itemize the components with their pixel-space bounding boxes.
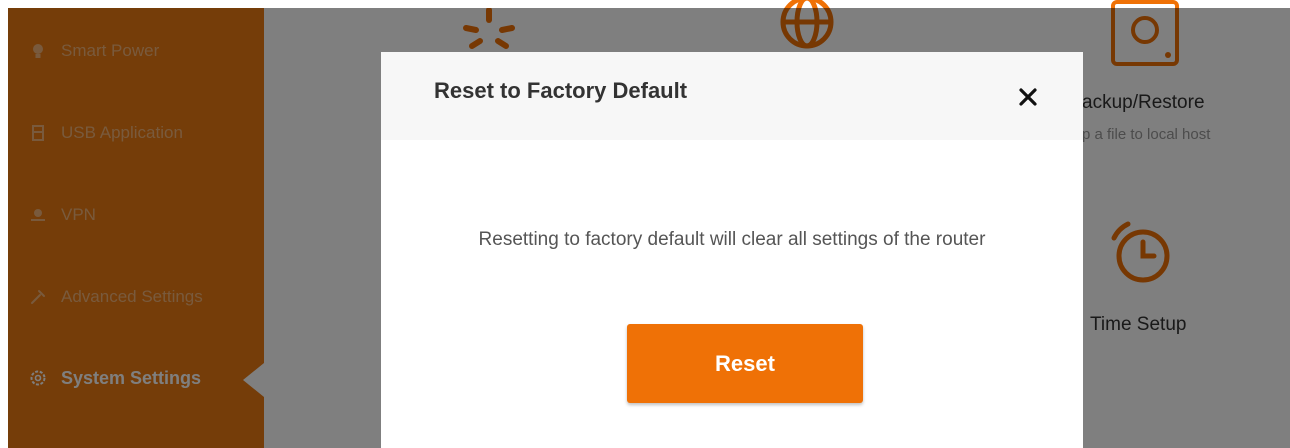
dialog-header: Reset to Factory Default (381, 52, 1083, 140)
dialog-message: Resetting to factory default will clear … (478, 229, 986, 250)
dialog-title: Reset to Factory Default (434, 78, 688, 103)
reset-dialog: Reset to Factory Default Resetting to fa… (381, 52, 1083, 448)
close-icon (1019, 88, 1037, 106)
top-strip (0, 0, 1290, 8)
reset-button[interactable]: Reset (627, 324, 863, 403)
close-button[interactable] (1013, 82, 1043, 112)
